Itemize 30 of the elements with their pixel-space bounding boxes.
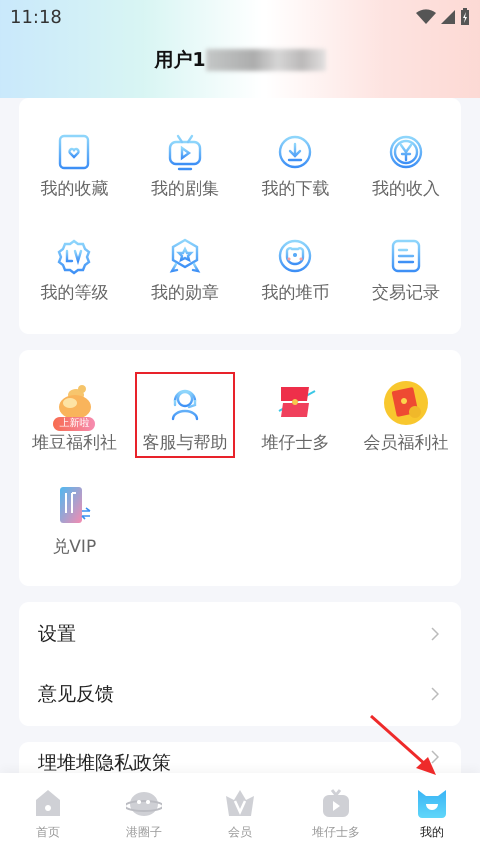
shortcut-item[interactable]: 我的收藏 <box>19 114 130 218</box>
shortcut-item[interactable]: 交易记录 <box>350 218 461 322</box>
service-item[interactable]: 客服与帮助 <box>130 364 240 468</box>
signal-icon <box>441 9 455 25</box>
service-item[interactable]: 兑VIP <box>19 468 130 572</box>
nav-tab[interactable]: 我的 <box>384 773 480 853</box>
wifi-icon <box>416 9 436 25</box>
nav-tab[interactable]: 会员 <box>192 773 288 853</box>
chevron-right-icon <box>431 627 439 641</box>
chevron-right-icon <box>431 750 439 764</box>
service-item[interactable]: 堆仔士多 <box>240 364 350 468</box>
shortcut-item[interactable]: 我的剧集 <box>130 114 240 218</box>
policy-row[interactable]: 埋堆堆隐私政策 <box>19 744 461 773</box>
status-time: 11:18 <box>10 6 62 28</box>
settings-row[interactable]: 设置 <box>19 604 461 664</box>
chevron-right-icon <box>431 687 439 701</box>
settings-row[interactable]: 意见反馈 <box>19 664 461 724</box>
shortcut-item[interactable]: 我的堆币 <box>240 218 350 322</box>
new-badge: 上新啦 <box>53 416 96 430</box>
username: 用户1 <box>154 48 206 73</box>
envelope-coin-icon <box>382 378 430 424</box>
battery-charging-icon <box>460 8 470 26</box>
service-item[interactable]: 上新啦 堆豆福利社 <box>19 364 130 468</box>
shortcut-item[interactable]: 我的等级 <box>19 218 130 322</box>
shortcut-item[interactable]: 我的下载 <box>240 114 350 218</box>
shortcut-item[interactable]: 我的收入 <box>350 114 461 218</box>
service-item[interactable]: 会员福利社 <box>350 364 461 468</box>
nav-tab[interactable]: 堆仔士多 <box>288 773 384 853</box>
shortcut-item[interactable]: 我的勋章 <box>130 218 240 322</box>
level-badge-icon <box>55 236 94 274</box>
